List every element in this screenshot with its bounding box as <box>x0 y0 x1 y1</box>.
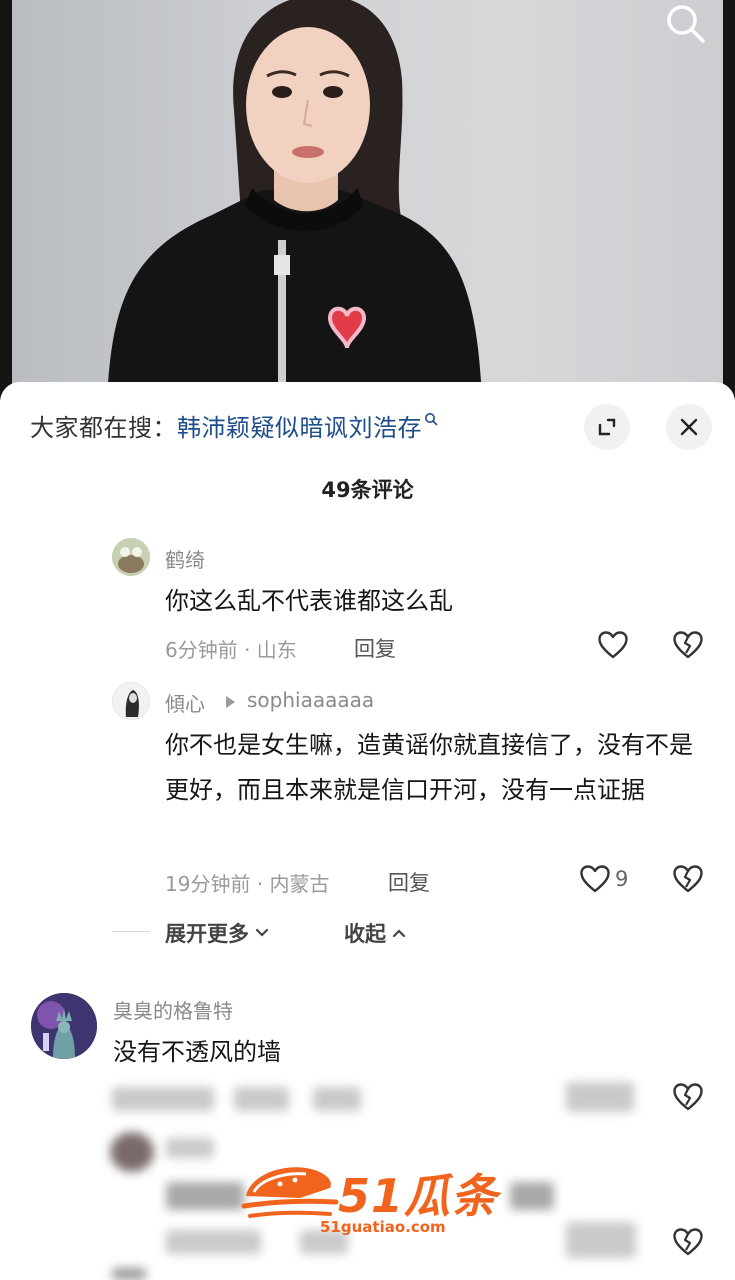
like-button[interactable]: 9 <box>579 864 628 894</box>
dislike-button[interactable] <box>672 1082 704 1112</box>
watermelon-logo-icon <box>241 1167 339 1218</box>
blurred-text <box>566 1082 634 1112</box>
chevron-down-icon <box>255 928 269 937</box>
dislike-button[interactable] <box>672 864 704 894</box>
comment-username[interactable]: 鹤绮 <box>165 544 205 573</box>
search-hint-query[interactable]: 韩沛颖疑似暗讽刘浩存 <box>177 414 422 442</box>
collapse-label: 收起 <box>344 922 386 946</box>
expand-more-label: 展开更多 <box>165 922 249 946</box>
avatar-image <box>113 683 149 719</box>
search-icon <box>667 5 705 43</box>
heart-icon <box>580 865 610 893</box>
close-button[interactable] <box>666 404 712 450</box>
comment-text: 你不也是女生嘛，造黄谣你就直接信了，没有不是更好，而且本来就是信口开河，没有一点… <box>165 731 693 804</box>
avatar[interactable] <box>112 682 150 720</box>
broken-heart-icon <box>673 865 703 893</box>
watermark-brand: 51瓜条 <box>338 1169 499 1223</box>
dislike-button[interactable] <box>672 1227 704 1257</box>
blurred-text <box>566 1222 636 1258</box>
collapse-button[interactable]: 收起 <box>344 918 408 948</box>
blurred-text <box>234 1087 289 1111</box>
heart-icon <box>598 631 628 659</box>
watermark-url: 51guatiao.com <box>320 1218 446 1236</box>
avatar[interactable] <box>31 993 97 1059</box>
expand-button[interactable] <box>584 404 630 450</box>
blurred-text <box>112 1087 214 1111</box>
comment-text: 没有不透风的墙 <box>113 1038 281 1066</box>
blurred-text <box>166 1138 214 1158</box>
trending-search-link[interactable]: 大家都在搜：韩沛颖疑似暗讽刘浩存 <box>30 408 438 443</box>
avatar[interactable] <box>112 538 150 576</box>
blurred-text <box>166 1182 244 1210</box>
reply-button[interactable]: 回复 <box>354 633 396 663</box>
video-still-image <box>107 0 482 400</box>
avatar-image <box>112 538 150 576</box>
like-count: 9 <box>615 867 629 891</box>
blurred-avatar <box>110 1132 154 1172</box>
comment-username[interactable]: 臭臭的格鲁特 <box>113 995 233 1024</box>
comment-meta: 6分钟前 · 山东 <box>165 638 297 662</box>
video-frame <box>12 0 723 400</box>
avatar-image <box>31 993 97 1059</box>
blurred-text <box>313 1087 361 1111</box>
chevron-up-icon <box>392 929 406 938</box>
comment-text: 你这么乱不代表谁都这么乱 <box>165 587 453 615</box>
comment-meta: 19分钟前 · 内蒙古 <box>165 872 330 896</box>
blurred-avatar <box>112 1268 146 1280</box>
broken-heart-icon <box>673 1083 703 1111</box>
expand-icon <box>598 418 616 436</box>
thread-divider <box>112 931 150 932</box>
play-arrow-icon <box>226 696 235 708</box>
expand-more-button[interactable]: 展开更多 <box>165 918 271 948</box>
blurred-text <box>510 1182 554 1210</box>
video-player[interactable] <box>0 0 735 400</box>
like-button[interactable] <box>597 630 629 660</box>
search-button[interactable] <box>661 0 711 50</box>
reply-to-username[interactable]: sophiaaaaaa <box>247 688 374 712</box>
reply-button[interactable]: 回复 <box>388 867 430 897</box>
comments-sheet: 大家都在搜：韩沛颖疑似暗讽刘浩存 49条评论 鹤绮 你这么乱不代表谁都这么乱 6… <box>0 382 735 1280</box>
broken-heart-icon <box>673 1228 703 1256</box>
comment-username[interactable]: 傾心 <box>165 688 205 717</box>
dislike-button[interactable] <box>672 630 704 660</box>
comments-count: 49条评论 <box>321 478 414 502</box>
watermark: 51瓜条 51guatiao.com <box>240 1160 500 1240</box>
small-search-icon <box>425 413 438 426</box>
broken-heart-icon <box>673 631 703 659</box>
search-hint-prefix: 大家都在搜： <box>30 414 177 442</box>
close-icon <box>680 418 698 436</box>
